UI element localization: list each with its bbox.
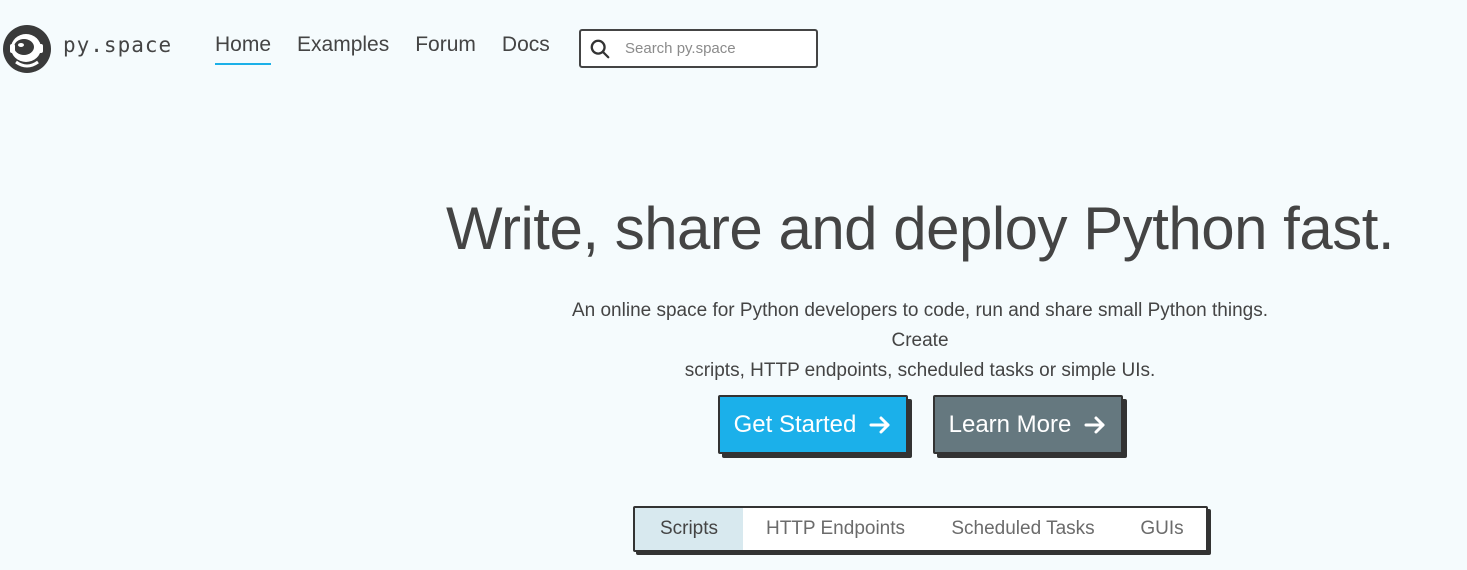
tab-guis[interactable]: GUIs	[1118, 508, 1206, 550]
arrow-right-icon	[869, 416, 890, 433]
search-icon	[590, 39, 610, 58]
astronaut-logo-icon[interactable]	[2, 24, 52, 74]
hero-subtitle-line-2: scripts, HTTP endpoints, scheduled tasks…	[684, 360, 1156, 381]
feature-tabs: Scripts HTTP Endpoints Scheduled Tasks G…	[633, 506, 1208, 552]
main-nav: Home Examples Forum Docs	[215, 33, 550, 65]
tab-scripts[interactable]: Scripts	[635, 508, 743, 550]
get-started-label: Get Started	[733, 410, 857, 438]
learn-more-label: Learn More	[948, 410, 1072, 438]
nav-home[interactable]: Home	[215, 33, 272, 65]
search-box[interactable]	[579, 29, 818, 68]
arrow-right-icon	[1084, 416, 1105, 433]
hero-subtitle-line-1: An online space for Python developers to…	[571, 300, 1269, 351]
brand-name[interactable]: py.space	[63, 33, 172, 57]
nav-forum[interactable]: Forum	[415, 33, 476, 65]
site-header: py.space Home Examples Forum Docs	[0, 0, 1467, 96]
nav-examples[interactable]: Examples	[297, 33, 389, 65]
hero-title: Write, share and deploy Python fast.	[445, 195, 1395, 262]
tab-scheduled-tasks[interactable]: Scheduled Tasks	[928, 508, 1118, 550]
nav-docs[interactable]: Docs	[502, 33, 550, 65]
search-input[interactable]	[623, 39, 807, 58]
tab-http-endpoints[interactable]: HTTP Endpoints	[743, 508, 928, 550]
get-started-button[interactable]: Get Started	[718, 395, 908, 454]
hero-subtitle: An online space for Python developers to…	[545, 296, 1295, 386]
learn-more-button[interactable]: Learn More	[933, 395, 1123, 454]
